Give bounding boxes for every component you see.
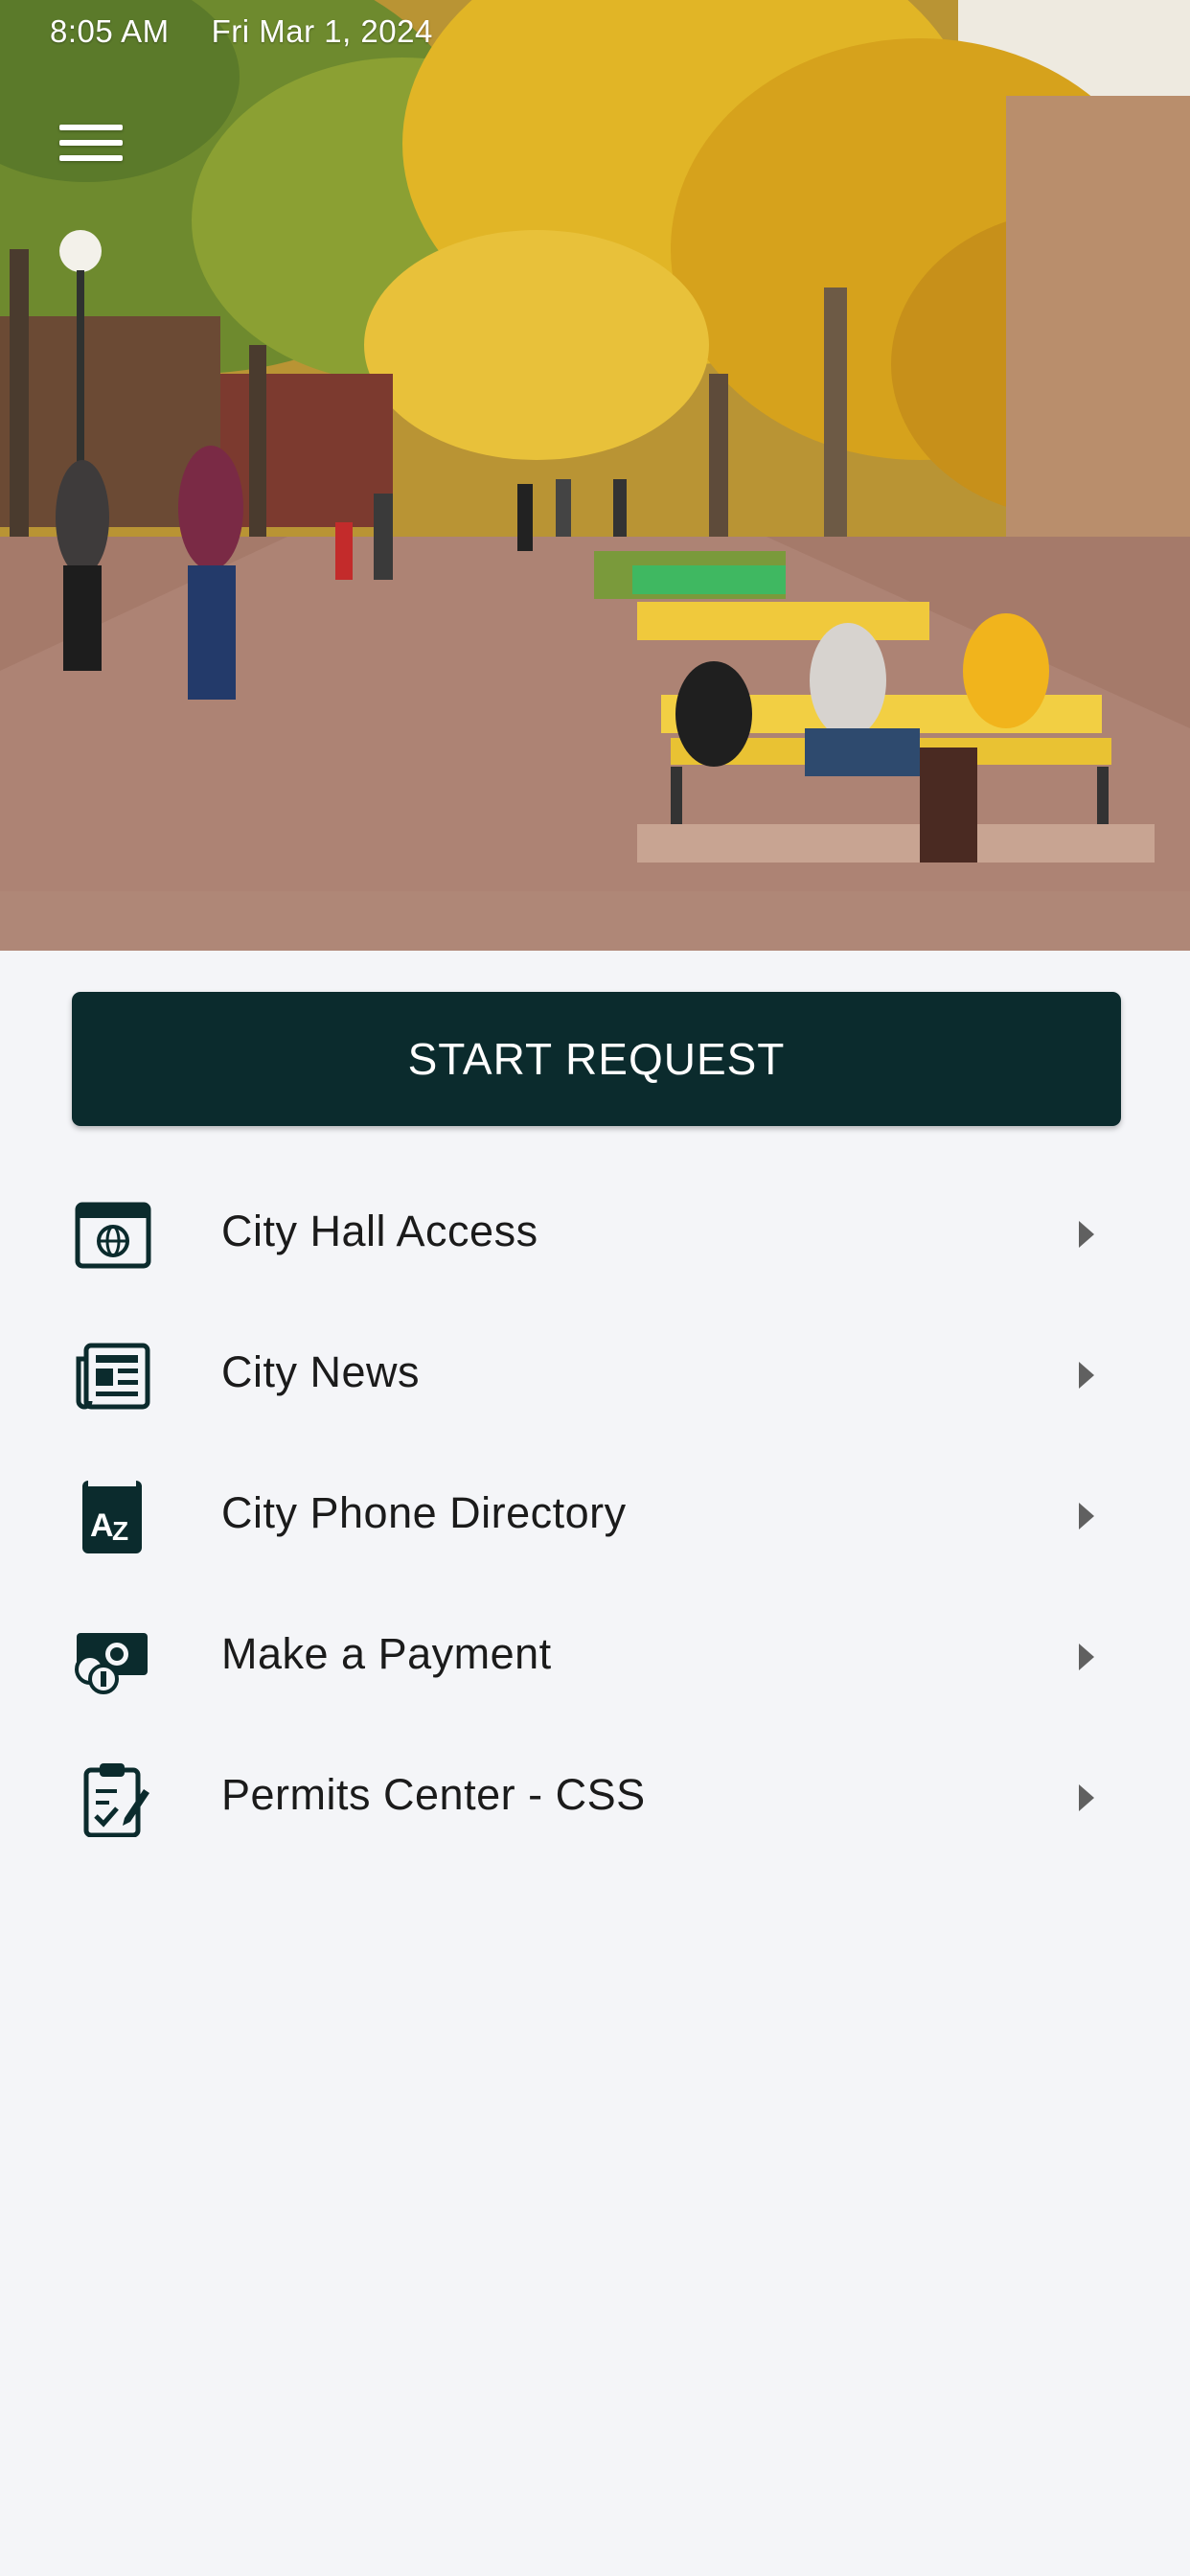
menu-line — [59, 125, 123, 130]
newspaper-icon — [75, 1338, 151, 1414]
status-bar: 8:05 AM Fri Mar 1, 2024 — [50, 13, 433, 50]
menu-item-city-phone-directory[interactable]: A Z City Phone Directory — [0, 1445, 1190, 1586]
money-coins-icon — [75, 1620, 151, 1696]
clipboard-check-icon — [75, 1760, 151, 1838]
menu-item-label: City Phone Directory — [221, 1488, 627, 1537]
menu-line — [59, 155, 123, 161]
menu-item-city-news[interactable]: City News — [0, 1304, 1190, 1445]
menu-line — [59, 140, 123, 146]
menu-item-label: City News — [221, 1347, 421, 1396]
app-screen: 8:05 AM Fri Mar 1, 2024 START REQUEST Ci… — [0, 0, 1190, 2576]
hero-image: 8:05 AM Fri Mar 1, 2024 — [0, 0, 1190, 951]
chevron-right-icon — [1079, 1644, 1094, 1670]
menu-item-label: Make a Payment — [221, 1629, 552, 1678]
status-date: Fri Mar 1, 2024 — [211, 13, 433, 49]
start-request-button[interactable]: START REQUEST — [72, 992, 1121, 1126]
menu-item-city-hall-access[interactable]: City Hall Access — [0, 1163, 1190, 1304]
menu-item-make-a-payment[interactable]: Make a Payment — [0, 1586, 1190, 1727]
chevron-right-icon — [1079, 1784, 1094, 1811]
status-time: 8:05 AM — [50, 13, 170, 49]
globe-browser-icon — [75, 1197, 151, 1274]
menu-item-label: Permits Center - CSS — [221, 1770, 646, 1819]
svg-text:Z: Z — [112, 1516, 128, 1546]
svg-text:A: A — [90, 1507, 114, 1544]
menu-item-label: City Hall Access — [221, 1207, 538, 1255]
hamburger-menu-icon[interactable] — [59, 121, 123, 165]
chevron-right-icon — [1079, 1362, 1094, 1389]
services-menu: City Hall Access City News A Z City Phon… — [0, 1163, 1190, 1868]
chevron-right-icon — [1079, 1503, 1094, 1530]
a-z-directory-icon: A Z — [75, 1479, 151, 1555]
menu-item-permits-center[interactable]: Permits Center - CSS — [0, 1727, 1190, 1868]
chevron-right-icon — [1079, 1221, 1094, 1248]
